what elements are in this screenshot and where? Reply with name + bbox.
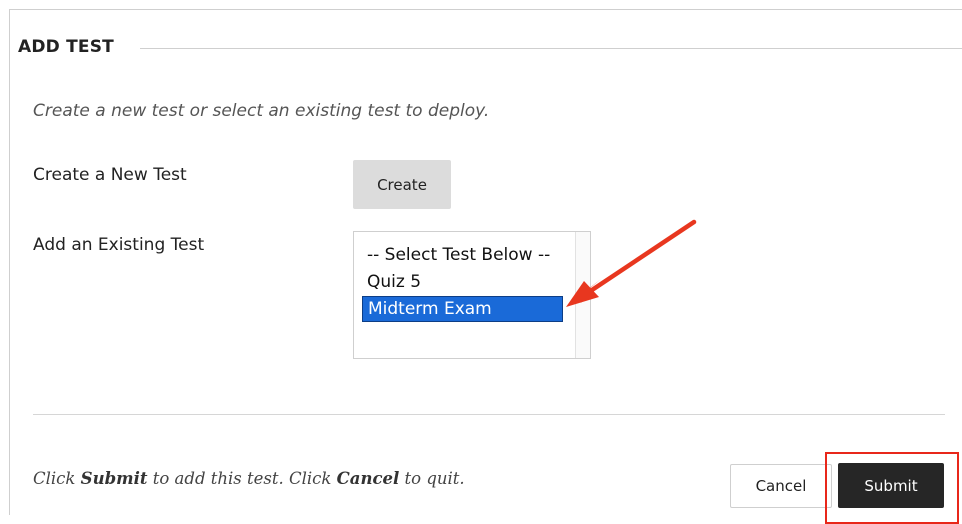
create-new-test-label: Create a New Test bbox=[33, 165, 187, 185]
footer-submit-word: Submit bbox=[80, 469, 148, 488]
footer-text-part3: to quit. bbox=[399, 469, 465, 488]
list-item-placeholder[interactable]: -- Select Test Below -- bbox=[362, 242, 550, 268]
footer-instructions: Click Submit to add this test. Click Can… bbox=[33, 469, 465, 488]
annotation-arrow-icon bbox=[566, 219, 697, 307]
add-existing-test-label: Add an Existing Test bbox=[33, 235, 205, 255]
submit-button[interactable]: Submit bbox=[838, 463, 944, 508]
footer-cancel-word: Cancel bbox=[336, 469, 400, 488]
title-rule bbox=[140, 48, 962, 49]
list-item-quiz-5[interactable]: Quiz 5 bbox=[362, 269, 421, 295]
footer-text-part1: Click bbox=[33, 469, 81, 488]
cancel-button[interactable]: Cancel bbox=[730, 464, 832, 508]
list-item-midterm-exam-selected[interactable]: Midterm Exam bbox=[362, 296, 563, 322]
footer-text-part2: to add this test. Click bbox=[147, 469, 337, 488]
footer-divider bbox=[33, 414, 945, 415]
create-button[interactable]: Create bbox=[353, 160, 451, 209]
section-title: ADD TEST bbox=[18, 37, 114, 57]
instructions-text: Create a new test or select an existing … bbox=[33, 101, 490, 121]
